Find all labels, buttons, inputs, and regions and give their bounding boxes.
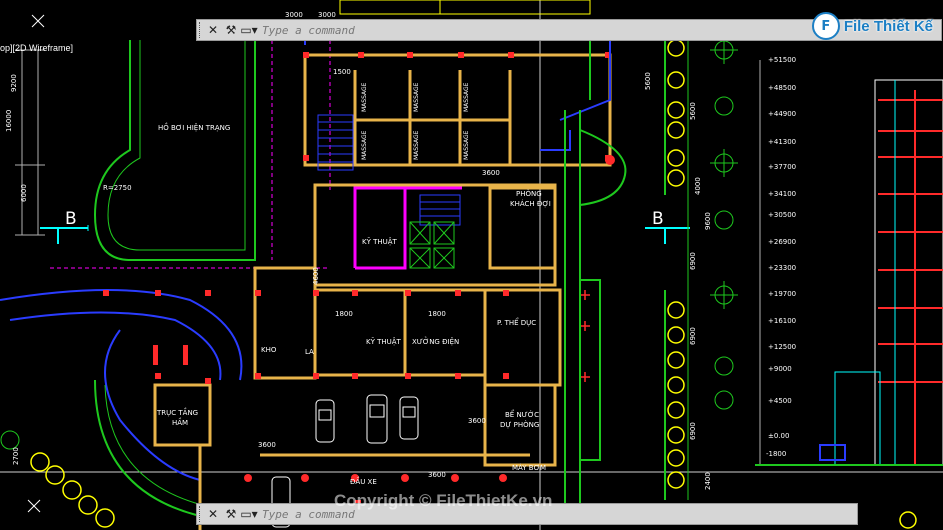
- svg-text:MÁY BƠM: MÁY BƠM: [512, 463, 546, 472]
- svg-text:5600: 5600: [644, 72, 652, 90]
- svg-text:3600: 3600: [428, 471, 446, 479]
- svg-text:HỒ BƠI HIỆN TRẠNG: HỒ BƠI HIỆN TRẠNG: [158, 122, 230, 132]
- svg-text:4000: 4000: [694, 177, 702, 195]
- svg-text:B: B: [652, 209, 664, 229]
- svg-text:MASSAGE: MASSAGE: [361, 82, 368, 112]
- svg-text:XƯỞNG ĐIỆN: XƯỞNG ĐIỆN: [412, 336, 459, 346]
- svg-text:9200: 9200: [10, 74, 18, 92]
- svg-text:3600: 3600: [258, 441, 276, 449]
- svg-text:1800: 1800: [428, 310, 446, 318]
- svg-text:-1800: -1800: [766, 450, 786, 458]
- svg-text:HẦM: HẦM: [172, 417, 188, 427]
- svg-text:16000: 16000: [5, 110, 13, 132]
- svg-text:6000: 6000: [20, 184, 28, 202]
- svg-text:PHÒNG: PHÒNG: [516, 189, 542, 198]
- svg-text:KỸ THUẬT: KỸ THUẬT: [366, 337, 402, 346]
- svg-text:+37700: +37700: [768, 163, 796, 171]
- svg-text:+12500: +12500: [768, 343, 796, 351]
- logo-badge-icon: F: [811, 12, 840, 40]
- svg-text:5600: 5600: [689, 102, 697, 120]
- svg-text:+16100: +16100: [768, 317, 796, 325]
- svg-text:+34100: +34100: [768, 190, 796, 198]
- svg-text:2700: 2700: [12, 447, 20, 465]
- svg-text:1500: 1500: [333, 68, 351, 76]
- viewport-label[interactable]: op][2D Wireframe]: [0, 43, 73, 53]
- close-icon[interactable]: ✕: [204, 505, 222, 523]
- svg-text:MASSAGE: MASSAGE: [413, 82, 420, 112]
- svg-text:+44900: +44900: [768, 110, 796, 118]
- svg-text:+41300: +41300: [768, 138, 796, 146]
- svg-text:+9000: +9000: [768, 365, 792, 373]
- site-logo: F File Thiết Kế: [811, 12, 933, 40]
- svg-text:+23300: +23300: [768, 264, 796, 272]
- svg-text:B: B: [65, 209, 77, 229]
- svg-text:±0.00: ±0.00: [768, 432, 789, 440]
- svg-text:3600: 3600: [468, 417, 486, 425]
- close-icon[interactable]: ✕: [204, 21, 222, 39]
- svg-text:R=2750: R=2750: [103, 184, 132, 192]
- svg-text:MASSAGE: MASSAGE: [463, 82, 470, 112]
- svg-text:DỰ PHÒNG: DỰ PHÒNG: [500, 420, 539, 429]
- svg-text:+19700: +19700: [768, 290, 796, 298]
- command-prompt-icon[interactable]: ▭▾: [240, 505, 258, 523]
- svg-text:3000: 3000: [318, 11, 336, 19]
- svg-text:+4500: +4500: [768, 397, 792, 405]
- svg-text:KHO: KHO: [261, 346, 277, 354]
- svg-text:4600: 4600: [312, 267, 320, 285]
- svg-text:MASSAGE: MASSAGE: [361, 130, 368, 160]
- svg-text:6900: 6900: [689, 252, 697, 270]
- svg-text:MASSAGE: MASSAGE: [463, 130, 470, 160]
- command-prompt-icon[interactable]: ▭▾: [240, 21, 258, 39]
- svg-text:MASSAGE: MASSAGE: [413, 130, 420, 160]
- svg-text:1800: 1800: [335, 310, 353, 318]
- svg-text:+51500: +51500: [768, 56, 796, 64]
- svg-text:9600: 9600: [704, 212, 712, 230]
- cad-drawing-canvas[interactable]: +51500 +48500 +44900 +41300 +37700 +3410…: [0, 0, 943, 530]
- svg-text:6900: 6900: [689, 422, 697, 440]
- logo-text: File Thiết Kế: [843, 17, 933, 35]
- svg-text:BỂ NƯỚC: BỂ NƯỚC: [505, 409, 539, 419]
- svg-text:3600: 3600: [482, 169, 500, 177]
- svg-text:LA: LA: [305, 348, 314, 356]
- svg-text:2400: 2400: [704, 472, 712, 490]
- wrench-icon[interactable]: ⚒: [222, 505, 240, 523]
- svg-text:3000: 3000: [285, 11, 303, 19]
- svg-text:ĐẦU XE: ĐẦU XE: [350, 476, 377, 486]
- svg-text:KHÁCH ĐỢI: KHÁCH ĐỢI: [510, 199, 551, 208]
- copyright-watermark: Copyright © FileThietKe.vn: [334, 491, 553, 510]
- svg-text:+30500: +30500: [768, 211, 796, 219]
- svg-text:KỸ THUẬT: KỸ THUẬT: [362, 237, 398, 246]
- svg-text:TRỤC TẦNG: TRỤC TẦNG: [156, 407, 198, 417]
- svg-text:6900: 6900: [689, 327, 697, 345]
- wrench-icon[interactable]: ⚒: [222, 21, 240, 39]
- svg-text:+48500: +48500: [768, 84, 796, 92]
- svg-text:+26900: +26900: [768, 238, 796, 246]
- svg-text:P. THỂ DỤC: P. THỂ DỤC: [497, 317, 536, 327]
